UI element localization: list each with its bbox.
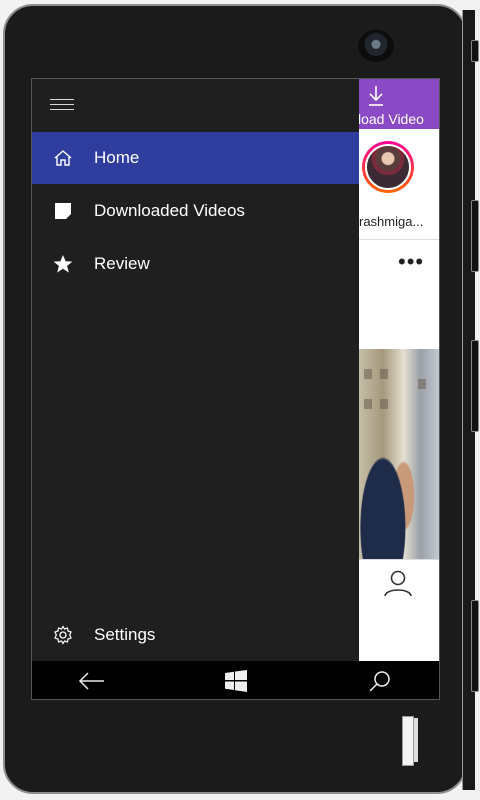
nav-item-label: Review xyxy=(94,254,150,273)
nav-item-settings[interactable]: Settings xyxy=(32,609,359,661)
post-image[interactable] xyxy=(358,349,439,559)
camera-lens xyxy=(358,30,394,62)
power-button[interactable] xyxy=(471,340,479,432)
nav-item-label: Downloaded Videos xyxy=(94,201,245,220)
search-button[interactable] xyxy=(350,661,410,699)
volume-button[interactable] xyxy=(471,200,479,272)
download-icon[interactable] xyxy=(366,85,386,107)
emulator-toolbar-button[interactable] xyxy=(471,40,479,62)
start-button[interactable] xyxy=(206,661,266,699)
nav-item-label: Home xyxy=(94,148,140,167)
star-icon xyxy=(32,254,94,274)
search-icon xyxy=(369,671,390,692)
navigation-drawer: Home Downloaded Videos Review Settings xyxy=(32,79,359,661)
nav-item-home[interactable]: Home xyxy=(32,132,359,184)
nav-item-downloaded-videos[interactable]: Downloaded Videos xyxy=(32,185,359,237)
system-navigation-bar xyxy=(32,661,439,699)
back-arrow-icon xyxy=(78,672,104,690)
emulator-handle-shadow xyxy=(414,718,418,762)
user-profile-icon[interactable] xyxy=(382,567,414,599)
home-icon xyxy=(32,149,94,167)
more-options-button[interactable]: ••• xyxy=(398,251,424,273)
nav-item-review[interactable]: Review xyxy=(32,238,359,290)
username[interactable]: rashmiga... xyxy=(359,214,423,229)
hamburger-menu-icon[interactable] xyxy=(50,99,74,115)
gear-icon xyxy=(32,625,94,645)
document-icon xyxy=(32,202,94,220)
phone-screen: load Video rashmiga... ••• Home Download… xyxy=(31,78,440,700)
download-video-label[interactable]: load Video xyxy=(358,111,424,127)
emulator-handle[interactable] xyxy=(402,716,414,766)
avatar[interactable] xyxy=(362,141,414,193)
divider xyxy=(358,559,439,560)
camera-button[interactable] xyxy=(471,600,479,692)
windows-start-icon xyxy=(225,670,247,692)
back-button[interactable] xyxy=(62,661,122,699)
nav-item-label: Settings xyxy=(94,625,156,644)
